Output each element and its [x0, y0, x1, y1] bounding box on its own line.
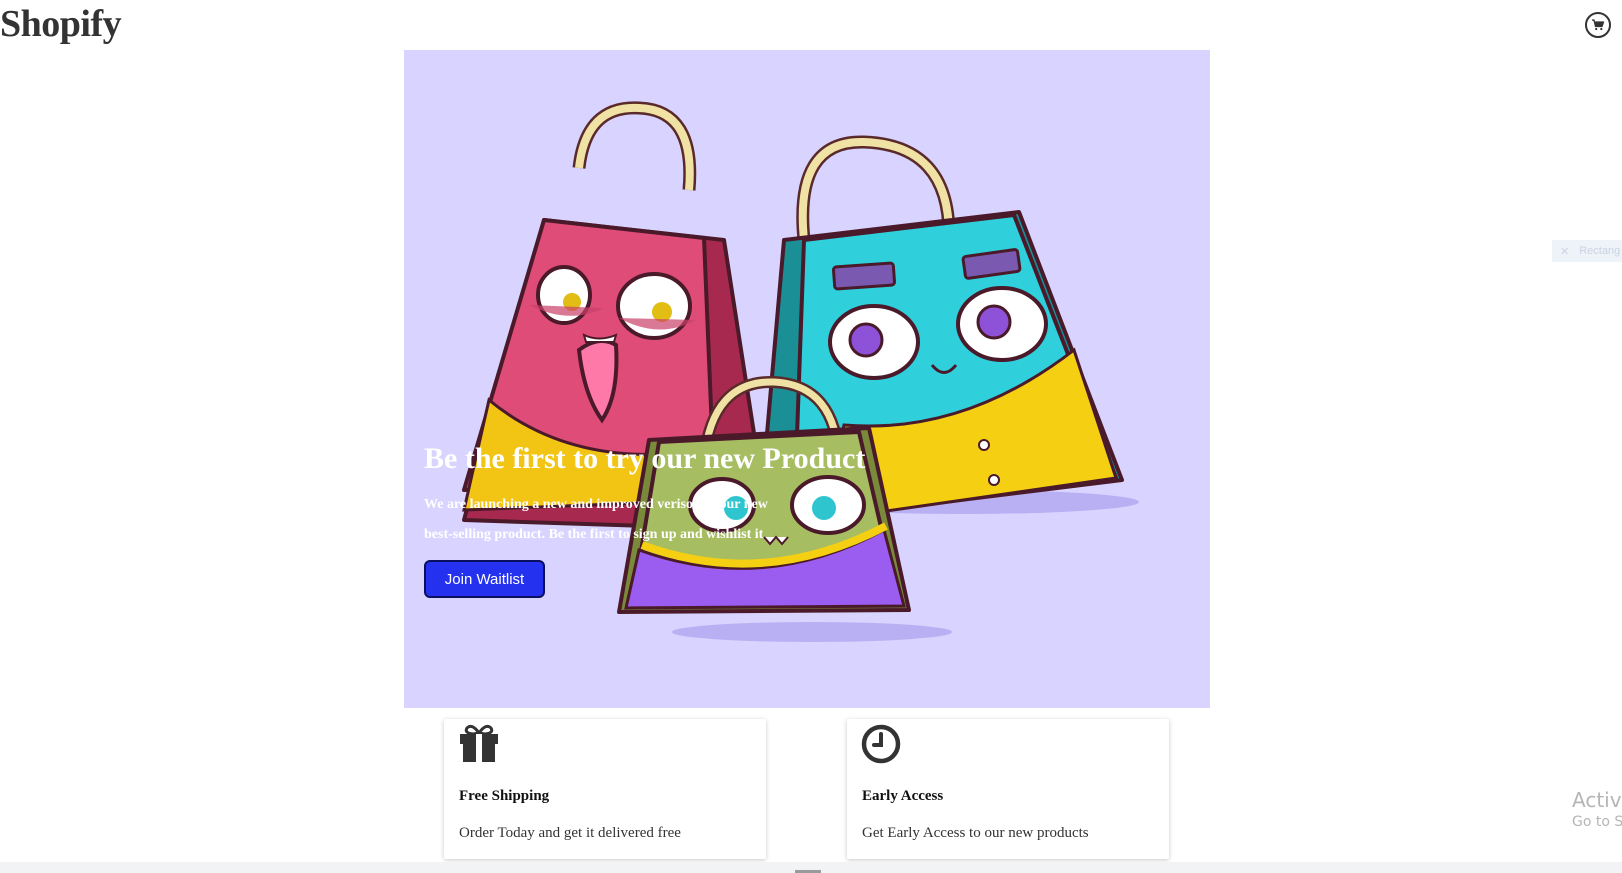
shopping-bags-illustration [462, 101, 1139, 642]
feature-card-free-shipping: Free Shipping Order Today and get it del… [444, 719, 766, 859]
close-icon[interactable]: ✕ [1560, 245, 1569, 258]
side-panel-tab-label: Rectang [1579, 245, 1621, 257]
gift-icon [460, 724, 498, 762]
hero-title: Be the first to try our new Product [424, 442, 866, 475]
join-waitlist-button[interactable]: Join Waitlist [424, 560, 545, 598]
side-panel-tab[interactable]: ✕ Rectang [1552, 240, 1622, 262]
feature-title: Free Shipping [459, 788, 550, 804]
hero-description: We are launching a new and improved veri… [424, 497, 768, 542]
feature-title: Early Access [862, 788, 944, 804]
feature-text: Order Today and get it delivered free [459, 825, 681, 841]
activate-line-1: Activa [1572, 788, 1622, 812]
feature-card-early-access: Early Access Get Early Access to our new… [847, 719, 1169, 859]
shopping-cart-icon [1592, 19, 1605, 31]
clock-icon [861, 724, 901, 764]
activate-line-2: Go to S [1572, 814, 1622, 830]
activate-windows-watermark: Activa Go to S [1572, 788, 1622, 832]
feature-text: Get Early Access to our new products [862, 825, 1089, 841]
logo[interactable]: Shopify [0, 2, 122, 46]
hero-banner: Be the first to try our new Product We a… [404, 50, 1210, 708]
cart-button[interactable] [1585, 12, 1611, 38]
